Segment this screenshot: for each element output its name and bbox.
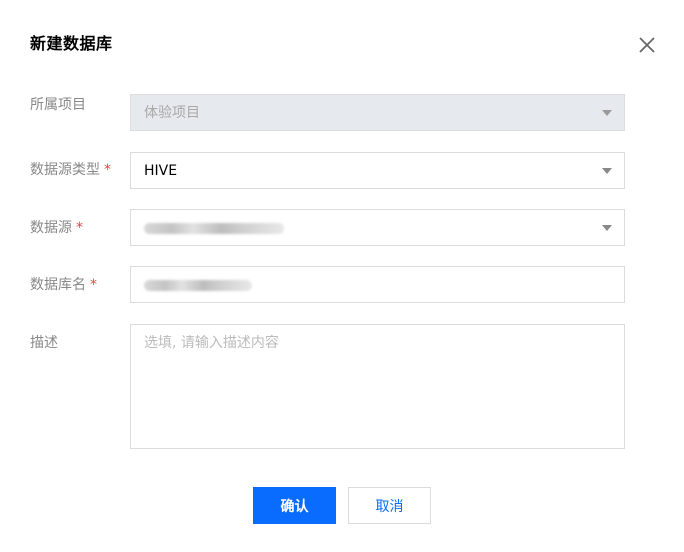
dialog-title: 新建数据库 [30,34,113,53]
source-label-text: 数据源 [30,220,72,236]
source-type-label: 数据源类型 * [30,160,111,180]
db-name-input[interactable] [130,266,625,303]
description-placeholder: 选填, 请输入描述内容 [144,335,279,351]
required-mark: * [90,277,97,293]
source-select[interactable] [130,209,625,246]
description-textarea[interactable]: 选填, 请输入描述内容 [130,324,625,449]
source-type-select[interactable]: HIVE [130,152,625,189]
description-label: 描述 [30,333,58,353]
redacted-source-value [144,223,284,234]
required-mark: * [104,162,111,178]
source-type-label-text: 数据源类型 [30,162,100,178]
redacted-db-name-value [144,280,252,291]
confirm-button[interactable]: 确认 [253,487,336,524]
required-mark: * [76,220,83,236]
project-select: 体验项目 [130,94,625,131]
chevron-down-icon [602,168,612,174]
source-type-select-value: HIVE [144,163,178,179]
create-database-dialog: 新建数据库 所属项目 体验项目 数据源类型 * HIVE 数据源 * 数据库名 * 描… [0,0,684,552]
project-select-value: 体验项目 [144,105,200,121]
cancel-button[interactable]: 取消 [348,487,431,524]
chevron-down-icon [602,110,612,116]
project-label-text: 所属项目 [30,97,86,113]
db-name-label: 数据库名 * [30,275,97,295]
description-label-text: 描述 [30,335,58,351]
source-label: 数据源 * [30,218,83,238]
db-name-label-text: 数据库名 [30,277,86,293]
chevron-down-icon [602,225,612,231]
close-icon[interactable] [636,34,658,56]
project-label: 所属项目 [30,95,86,115]
